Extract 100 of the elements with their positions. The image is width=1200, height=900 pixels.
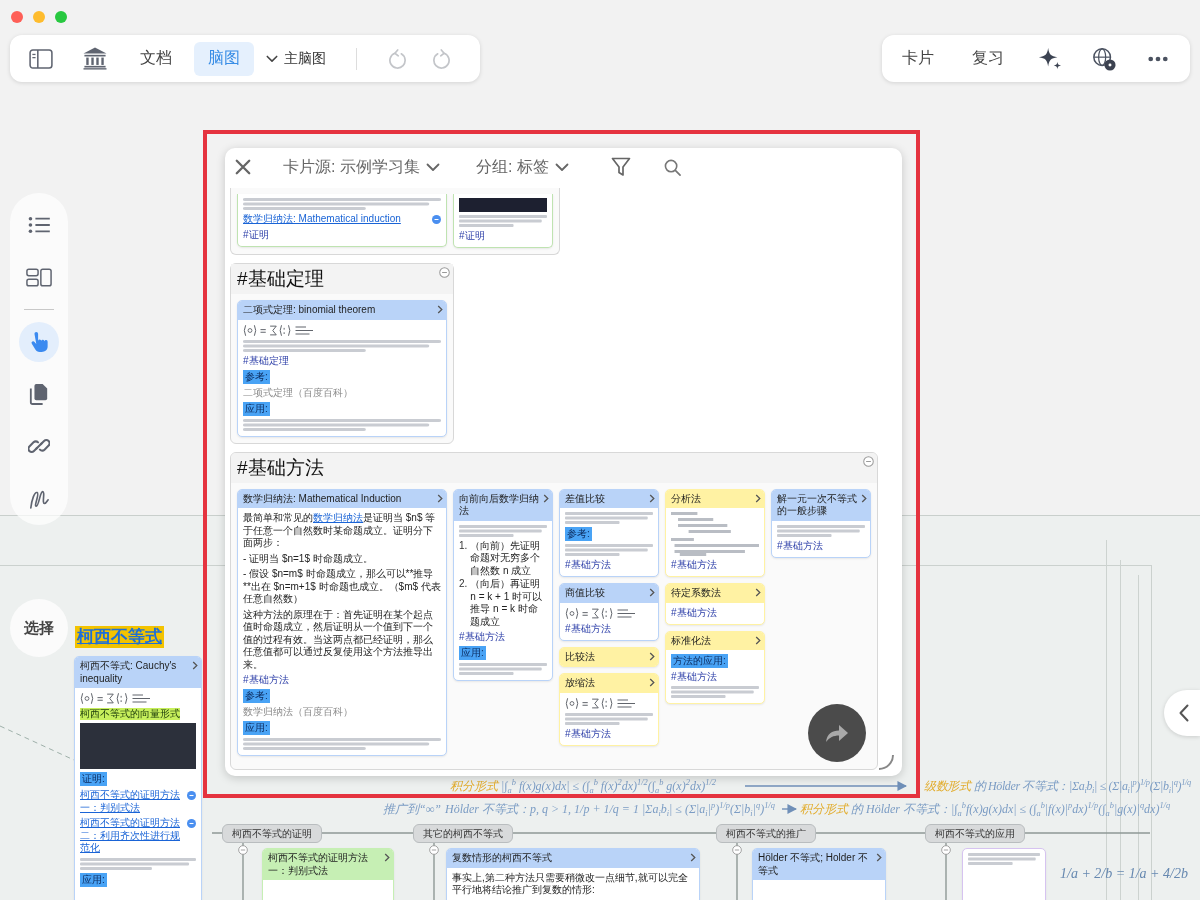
collapse-icon[interactable] xyxy=(238,845,248,855)
chevron-icon xyxy=(649,678,655,687)
section-label: 应用: xyxy=(459,646,486,660)
card-text: - 证明当 $n=1$ 时命题成立。 xyxy=(243,552,374,565)
card-title: 复数情形的柯西不等式 xyxy=(452,852,553,865)
note-card[interactable]: 柯西不等式: Cauchy's inequality 柯西不等式的向量形式 证明: 柯西不等式的证明方法一：判别式法 柯西不等式的证明方法二：利用齐次性进行规范化 应用: xyxy=(74,656,202,900)
group-by-menu[interactable]: 分组: 标签 xyxy=(475,153,569,181)
list-item-text: （向后）再证明 n = k + 1 时可以推导 n = k 时命题成立 xyxy=(470,578,544,628)
tag-link[interactable]: #基础方法 xyxy=(459,631,505,643)
note-card[interactable]: 比较法 xyxy=(559,646,659,667)
chevron-icon xyxy=(755,493,761,503)
tag-link[interactable]: #基础方法 xyxy=(243,674,289,686)
curved-arrow-icon xyxy=(825,723,849,743)
highlighted-text: 柯西不等式的向量形式 xyxy=(80,708,180,720)
search-icon xyxy=(664,158,682,176)
note-card[interactable]: 数学归纳法: Mathematical induction #证明 xyxy=(237,194,447,247)
card-title: 待定系数法 xyxy=(671,587,722,600)
reference-link[interactable]: 二项式定理（百度百科） xyxy=(243,386,353,399)
link-dot-icon xyxy=(187,819,196,828)
note-card[interactable]: 放缩法 #基础方法 xyxy=(559,673,659,746)
section-label: 方法的应用: xyxy=(671,654,728,668)
branch-node[interactable]: 柯西不等式的应用 xyxy=(925,824,1025,843)
section-label: 应用: xyxy=(243,401,270,416)
chevron-left-icon xyxy=(1179,704,1189,722)
connector-line xyxy=(242,841,244,900)
note-card[interactable]: 标准化法 方法的应用: #基础方法 xyxy=(665,630,765,704)
formula-drawing xyxy=(565,606,635,620)
view-tab[interactable]: 文档 xyxy=(126,41,186,76)
collapse-icon[interactable] xyxy=(439,267,450,278)
chevron-icon xyxy=(437,493,443,503)
tag-link[interactable]: #证明 xyxy=(243,228,269,241)
map-selector-button[interactable]: 主脑图 xyxy=(262,41,330,76)
collapse-icon[interactable] xyxy=(429,845,439,855)
note-card[interactable]: 待定系数法 #基础方法 xyxy=(665,583,765,625)
handwritten-text: 级数形式 xyxy=(924,779,971,793)
note-card[interactable]: 二项式定理: binomial theorem #基础定理 参考: 二项式定理（百度百科） 应用: xyxy=(237,300,447,437)
chevron-icon xyxy=(690,853,696,862)
more-icon xyxy=(1148,55,1168,62)
formula-drawing xyxy=(565,696,635,710)
tag-link[interactable]: #基础定理 xyxy=(243,354,289,367)
group-title: #基础定理 xyxy=(237,267,324,291)
connector-line xyxy=(736,841,738,900)
handwritten-text: 积分形式 xyxy=(800,802,848,816)
formula-drawing xyxy=(243,323,313,337)
tag-link[interactable]: #基础方法 xyxy=(565,727,611,740)
note-card[interactable] xyxy=(237,488,447,756)
handwritten-text: 推广到“∞” xyxy=(383,802,441,816)
tag-link[interactable]: #证明 xyxy=(459,230,485,242)
handwritten-text: Hölder 不等式：p, q > 1, 1/p + 1/q = 1 |Σa$_{i}$b$_{i}$| ≤ (Σ|a$_{i}$|$^{p}$)$^{1/p}$(Σ|b$_{i}$|$^{q}$)$^{1/q}$ xyxy=(445,802,775,816)
tag-link[interactable]: #基础方法 xyxy=(671,671,717,683)
branch-node[interactable]: 柯西不等式的推广 xyxy=(716,824,816,843)
card-link[interactable]: 柯西不等式的证明方法一：判别式法 xyxy=(80,789,184,814)
note-card[interactable]: #证明 xyxy=(453,194,553,248)
branch-node[interactable]: 柯西不等式的证明 xyxy=(222,824,322,843)
tag-link[interactable]: #基础方法 xyxy=(565,559,611,571)
card-source-menu[interactable]: 卡片源: 示例学习集 xyxy=(283,153,440,181)
note-card[interactable]: 柯西不等式的证明方法一：判别式法 xyxy=(262,848,394,900)
card-title: 标准化法 xyxy=(671,634,712,647)
section-label: 证明: xyxy=(80,772,107,786)
list-item-text: （向前）先证明命题对无穷多个自然数 n 成立 xyxy=(470,539,542,577)
toolbar-button[interactable]: 复习 xyxy=(960,40,1016,77)
card-link[interactable]: 柯西不等式的证明方法二：利用齐次性进行规范化 xyxy=(80,817,184,855)
formula-drawing xyxy=(80,692,150,705)
filter-icon xyxy=(610,157,631,177)
toolbar-button[interactable]: 卡片 xyxy=(890,40,946,77)
tag-link[interactable]: #基础方法 xyxy=(671,559,717,571)
note-card[interactable]: Hölder 不等式; Holder 不等式 xyxy=(752,848,886,900)
handwritten-text: 积分形式 xyxy=(450,779,498,793)
note-card[interactable]: 商值比较 #基础方法 xyxy=(559,583,659,641)
handwritten-text: 的 Hölder 不等式：|∫$_{a}$$^{b}$f(x)g(x)dx| ≤ (∫$_{a}$$^{b}$|f(x)|$^{p}$dx)$^{1/p}$(∫$_{a}$$^{b}$|g(x)|$^{q}$dx)$^{1/q}$ xyxy=(851,802,1171,816)
card-title: 放缩法 xyxy=(565,677,596,690)
window-close-button[interactable] xyxy=(11,11,23,23)
note-card[interactable]: 差值比较 参考: #基础方法 xyxy=(559,488,659,577)
resize-handle-icon[interactable] xyxy=(878,754,894,770)
reference-link[interactable]: 数学归纳法（百度百科） xyxy=(243,706,353,718)
tag-link[interactable]: #基础方法 xyxy=(671,606,717,619)
card-text: 这种方法的原理在于：首先证明在某个起点值时命题成立，然后证明从一个值到下一个值的过程有效。当这两点都已经证明，那么任意值都可以通过反复使用这个方法推导出来。 xyxy=(243,608,434,671)
chevron-icon xyxy=(876,853,882,862)
note-card[interactable]: 解一元一次不等式的一般步骤 #基础方法 xyxy=(771,488,871,558)
section-label: 应用: xyxy=(80,872,107,887)
card-title: 柯西不等式的证明方法一：判别式法 xyxy=(268,852,369,877)
branch-node[interactable]: 其它的柯西不等式 xyxy=(413,824,513,843)
chevron-icon xyxy=(755,588,761,597)
tag-link[interactable]: #基础方法 xyxy=(565,622,611,635)
collapse-icon[interactable] xyxy=(863,455,874,467)
note-card[interactable]: 向前向后数学归纳法 1. （向前）先证明命题对无穷多个自然数 n 成立 2. （向后）再证明 n = k + 1 时可以推导 n = k 时命题成立 #基础方法 应用: xyxy=(453,488,553,681)
section-label: 参考: xyxy=(243,689,270,703)
globe-icon xyxy=(1092,46,1116,71)
card-link[interactable]: 数学归纳法: Mathematical induction xyxy=(243,213,429,226)
note-card[interactable]: 复数情形的柯西不等式 事实上,第二种方法只需要稍微改一点细节,就可以完全平行地将结论推广到复数的情形: xyxy=(446,848,700,900)
card-title: Hölder 不等式; Holder 不等式 xyxy=(758,852,870,877)
link-dot-icon xyxy=(432,215,441,224)
inline-link[interactable]: 数学归纳法 xyxy=(313,512,363,523)
collapse-icon[interactable] xyxy=(732,845,742,855)
handwritten-text: 的 Hölder 不等式：|Σa$_{i}$b$_{i}$| ≤ (Σ|a$_{i}$|$^{p}$)$^{1/p}$(Σ|b$_{i}$|$^{q}$)$^{1/q}$ xyxy=(973,779,1191,793)
note-card[interactable]: 分析法 #基础方法 xyxy=(665,488,765,577)
tag-link[interactable]: #基础方法 xyxy=(777,539,823,552)
collapse-icon[interactable] xyxy=(941,845,951,855)
select-tool-button[interactable] xyxy=(19,322,59,362)
card-title: 差值比较 xyxy=(565,492,606,505)
